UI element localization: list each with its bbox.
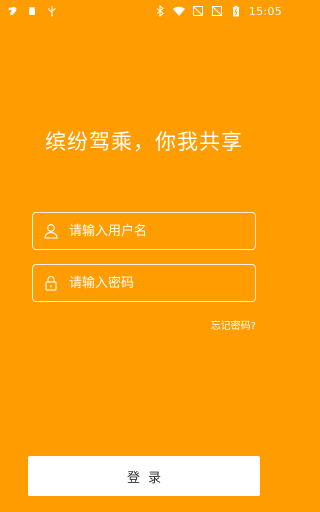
lock-icon: [33, 264, 69, 302]
battery-icon: [230, 5, 242, 17]
usb-icon: [46, 5, 58, 17]
squirrel-icon: [6, 5, 18, 17]
forgot-password-link[interactable]: 忘记密码?: [211, 317, 256, 332]
login-button[interactable]: 登录: [28, 456, 260, 496]
slogan: 缤纷驾乘，你我共享: [45, 130, 243, 154]
status-bar: 15:05: [0, 0, 288, 22]
password-input[interactable]: [69, 265, 255, 301]
user-icon: [33, 212, 69, 250]
status-bar-right: 15:05: [154, 5, 282, 18]
no-sim-icon: [192, 5, 204, 17]
username-input[interactable]: [69, 213, 255, 249]
username-field[interactable]: [32, 212, 256, 250]
password-field[interactable]: [32, 264, 256, 302]
no-sim-icon: [211, 5, 223, 17]
android-debug-icon: [26, 5, 38, 17]
bluetooth-icon: [154, 5, 166, 17]
status-time: 15:05: [248, 4, 282, 18]
status-bar-left: [6, 5, 58, 17]
wifi-icon: [172, 5, 185, 17]
